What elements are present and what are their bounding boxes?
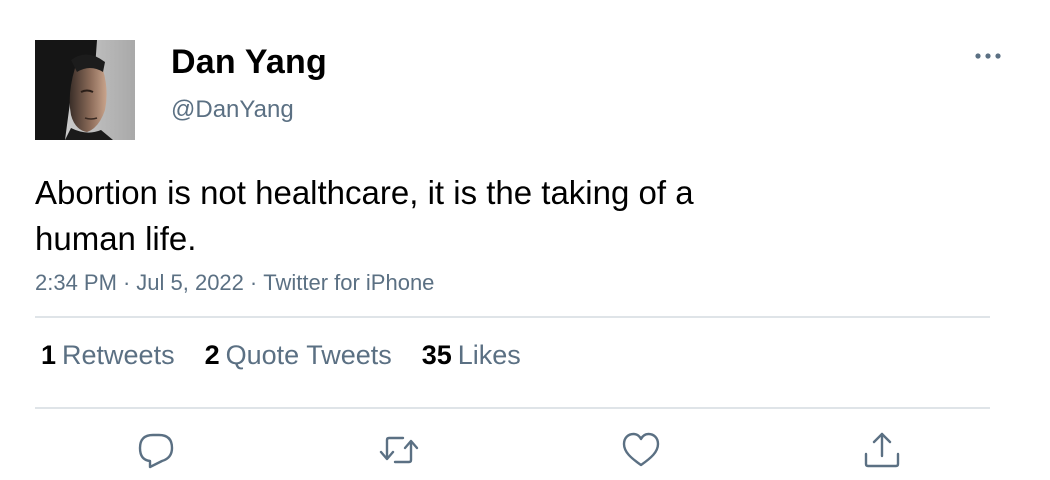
tweet-metadata: 2:34 PM · Jul 5, 2022 · Twitter for iPhone [35,270,434,296]
retweets-label: Retweets [62,340,175,370]
reply-icon [138,433,174,469]
share-button[interactable] [860,428,904,472]
more-dots-icon [975,53,1001,59]
retweet-icon [379,436,419,464]
quote-tweets-stat[interactable]: 2 Quote Tweets [205,340,392,371]
tweet-source[interactable]: Twitter for iPhone [263,270,434,295]
reply-button[interactable] [134,428,178,472]
avatar[interactable] [35,40,135,140]
likes-count: 35 [421,340,452,370]
quote-tweets-label: Quote Tweets [225,340,392,370]
likes-stat[interactable]: 35 Likes [422,340,521,371]
divider [35,407,990,409]
avatar-photo-icon [35,40,135,140]
likes-label: Likes [457,340,521,370]
retweets-stat[interactable]: 1 Retweets [41,340,175,371]
retweet-button[interactable] [377,428,421,472]
divider [35,316,990,318]
author-name[interactable]: Dan Yang [171,43,327,82]
quote-tweets-count: 2 [204,340,220,370]
like-button[interactable] [619,428,663,472]
retweets-count: 1 [41,340,57,370]
share-icon [864,432,900,468]
more-options-button[interactable] [970,44,1006,68]
engagement-stats: 1 Retweets 2 Quote Tweets 35 Likes [41,340,521,371]
author-handle[interactable]: @DanYang [171,96,294,124]
like-icon [622,432,660,467]
tweet-text: Abortion is not healthcare, it is the ta… [35,174,694,257]
tweet-time[interactable]: 2:34 PM [35,270,117,295]
meta-separator: · [122,270,131,295]
tweet-date[interactable]: Jul 5, 2022 [136,270,244,295]
meta-separator: · [249,270,258,295]
